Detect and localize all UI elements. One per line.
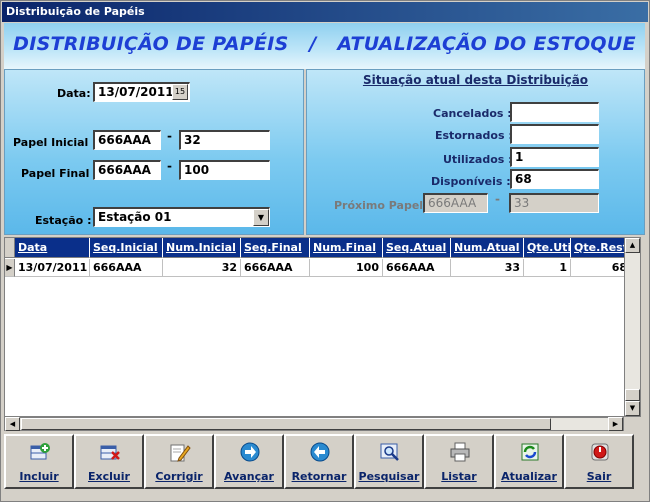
incluir-label: Incluir — [19, 470, 59, 483]
arrow-left-icon — [310, 442, 330, 462]
disponiveis-label: Disponíveis : — [431, 175, 511, 188]
scroll-left-icon[interactable]: ◀ — [5, 417, 20, 431]
papel-final-seq-field[interactable]: 666AAA — [93, 160, 161, 180]
listar-button[interactable]: Listar — [424, 434, 494, 489]
proximo-num-field: 33 — [509, 193, 599, 213]
papel-final-label: Papel Final : — [21, 167, 98, 180]
proximo-papel-label: Próximo Papel : — [334, 199, 432, 212]
cancelados-field[interactable] — [510, 102, 599, 122]
banner: DISTRIBUIÇÃO DE PAPÉIS / ATUALIZAÇÃO DO … — [4, 23, 645, 69]
table-cell[interactable]: 32 — [163, 259, 241, 277]
papel-inicial-label: Papel Inicial : — [13, 136, 97, 149]
horizontal-scroll-thumb[interactable] — [21, 418, 551, 430]
page-title: DISTRIBUIÇÃO DE PAPÉIS / ATUALIZAÇÃO DO … — [13, 33, 636, 55]
atualizar-button[interactable]: Atualizar — [494, 434, 564, 489]
column-header[interactable]: Qte.Util — [524, 238, 571, 258]
column-header[interactable]: Seq.Atual — [383, 238, 451, 258]
table-cell[interactable]: 68 — [571, 259, 631, 277]
column-header[interactable]: Num.Final — [310, 238, 383, 258]
delete-record-icon — [100, 445, 120, 460]
scroll-up-icon[interactable]: ▲ — [625, 238, 640, 253]
vertical-scroll-thumb[interactable] — [625, 389, 640, 401]
column-header[interactable]: Num.Atual — [451, 238, 524, 258]
horizontal-scrollbar[interactable]: ◀ ▶ — [4, 417, 624, 431]
row-pointer-icon: ▶ — [5, 259, 15, 277]
excluir-label: Excluir — [88, 470, 130, 483]
window-title: Distribuição de Papéis — [2, 2, 648, 22]
utilizados-field[interactable]: 1 — [510, 147, 599, 167]
cancelados-label: Cancelados : — [433, 107, 512, 120]
incluir-button[interactable]: Incluir — [4, 434, 74, 489]
situacao-panel: Situação atual desta Distribuição Cancel… — [306, 69, 645, 235]
action-toolbar: Incluir Excluir Corrigir Avançar Retorna… — [4, 434, 645, 491]
distribution-form-panel: Data: 13/07/2011 15 Papel Inicial : 666A… — [4, 69, 304, 235]
utilizados-label: Utilizados : — [443, 153, 513, 166]
proximo-seq-field: 666AAA — [423, 193, 488, 213]
sair-label: Sair — [586, 470, 612, 483]
edit-pencil-icon — [170, 444, 191, 462]
calendar-button[interactable]: 15 — [172, 84, 188, 100]
printer-icon — [450, 442, 470, 462]
add-record-icon — [30, 443, 50, 460]
dropdown-arrow-icon[interactable]: ▼ — [253, 209, 269, 226]
table-cell[interactable]: 100 — [310, 259, 383, 277]
table-cell[interactable]: 666AAA — [383, 259, 451, 277]
estacao-select[interactable]: Estação 01 — [93, 207, 270, 227]
search-icon — [380, 443, 399, 461]
vertical-scrollbar[interactable]: ▲ ▼ — [624, 237, 641, 417]
papel-inicial-seq-field[interactable]: 666AAA — [93, 130, 161, 150]
avancar-label: Avançar — [224, 470, 274, 483]
grid-header: Data Seq.Inicial Num.Inicial Seq.Final N… — [5, 238, 631, 258]
column-header[interactable]: Seq.Final — [241, 238, 310, 258]
column-header[interactable]: Qte.Rest — [571, 238, 631, 258]
data-value: 13/07/2011 — [98, 85, 174, 99]
retornar-button[interactable]: Retornar — [284, 434, 354, 489]
retornar-label: Retornar — [291, 470, 347, 483]
table-cell[interactable]: 666AAA — [241, 259, 310, 277]
table-row[interactable]: ▶ 13/07/2011 666AAA 32 666AAA 100 666AAA… — [5, 259, 631, 277]
dash-separator: - — [167, 129, 172, 143]
atualizar-label: Atualizar — [501, 470, 557, 483]
corrigir-button[interactable]: Corrigir — [144, 434, 214, 489]
row-indicator-header — [5, 238, 15, 258]
estacao-value: Estação 01 — [98, 210, 172, 224]
column-header[interactable]: Num.Inicial — [163, 238, 241, 258]
estornados-field[interactable] — [510, 124, 599, 144]
estornados-label: Estornados : — [435, 129, 513, 142]
corrigir-label: Corrigir — [155, 470, 203, 483]
column-header[interactable]: Data — [15, 238, 90, 258]
excluir-button[interactable]: Excluir — [74, 434, 144, 489]
situacao-title: Situação atual desta Distribuição — [362, 73, 589, 87]
papel-final-num-field[interactable]: 100 — [179, 160, 270, 180]
main-window: Distribuição de Papéis DISTRIBUIÇÃO DE P… — [0, 0, 650, 502]
arrow-right-icon — [240, 442, 260, 462]
column-header[interactable]: Seq.Inicial — [90, 238, 163, 258]
refresh-icon — [521, 443, 539, 461]
table-cell[interactable]: 33 — [451, 259, 524, 277]
avancar-button[interactable]: Avançar — [214, 434, 284, 489]
sair-button[interactable]: Sair — [564, 434, 634, 489]
pesquisar-label: Pesquisar — [358, 470, 420, 483]
dash-separator: - — [167, 159, 172, 173]
papel-inicial-num-field[interactable]: 32 — [179, 130, 270, 150]
table-cell[interactable]: 1 — [524, 259, 571, 277]
disponiveis-field[interactable]: 68 — [510, 169, 599, 189]
dash-separator: - — [495, 192, 500, 206]
listar-label: Listar — [441, 470, 477, 483]
exit-icon — [591, 443, 609, 461]
table-cell[interactable]: 13/07/2011 — [15, 259, 90, 277]
data-label: Data: — [57, 87, 91, 100]
pesquisar-button[interactable]: Pesquisar — [354, 434, 424, 489]
estacao-label: Estação : — [35, 214, 92, 227]
table-cell[interactable]: 666AAA — [90, 259, 163, 277]
distribution-grid[interactable]: Data Seq.Inicial Num.Inicial Seq.Final N… — [4, 237, 638, 417]
scroll-right-icon[interactable]: ▶ — [608, 417, 623, 431]
calendar-icon: 15 — [174, 87, 186, 96]
scroll-down-icon[interactable]: ▼ — [625, 401, 640, 416]
